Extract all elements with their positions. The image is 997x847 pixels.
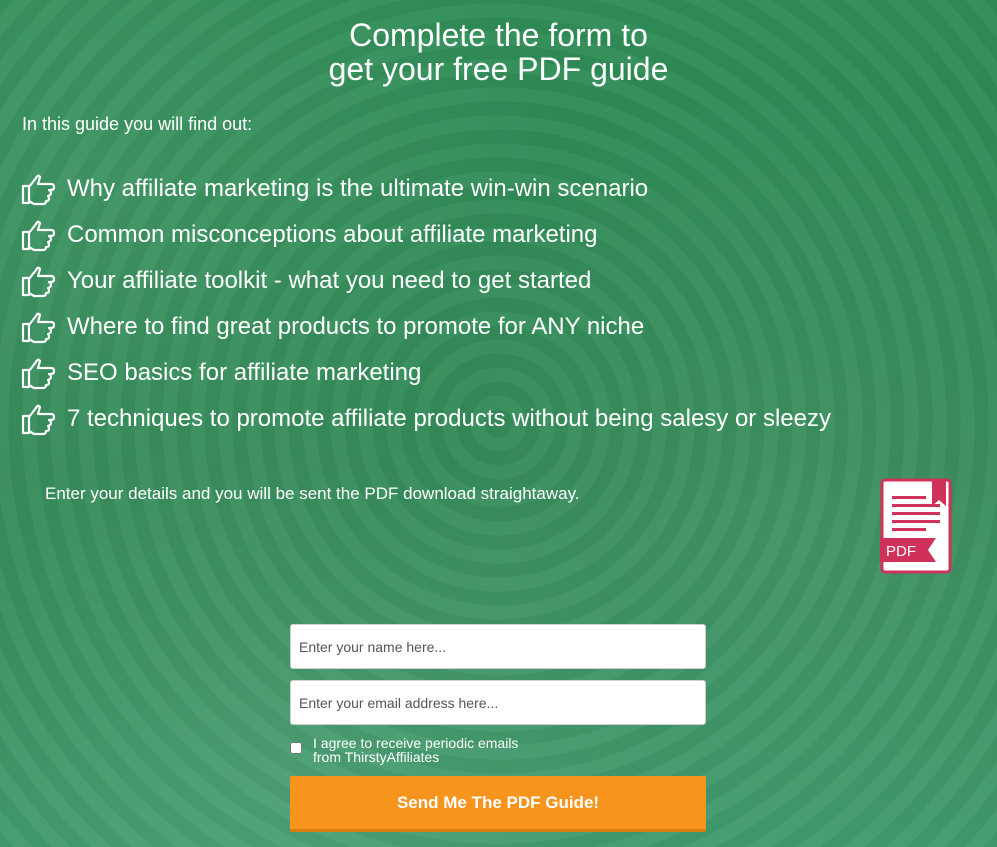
email-input[interactable] (290, 680, 706, 725)
consent-label[interactable]: I agree to receive periodic emails from … (313, 736, 573, 764)
list-item: Your affiliate toolkit - what you need t… (20, 258, 831, 304)
pointing-hand-icon (21, 404, 56, 436)
benefit-text: Why affiliate marketing is the ultimate … (67, 175, 649, 202)
pointing-hand-icon (21, 358, 56, 390)
benefit-text: SEO basics for affiliate marketing (67, 359, 422, 386)
benefit-text: 7 techniques to promote affiliate produc… (67, 405, 831, 432)
name-input[interactable] (290, 624, 706, 669)
benefits-list: Why affiliate marketing is the ultimate … (20, 166, 831, 442)
pdf-file-icon: PDF (880, 478, 952, 574)
page-title: Complete the form to get your free PDF g… (0, 18, 997, 86)
list-item: 7 techniques to promote affiliate produc… (20, 396, 831, 442)
list-item: Why affiliate marketing is the ultimate … (20, 166, 831, 212)
intro-text: In this guide you will find out: (22, 114, 253, 134)
benefit-text: Common misconceptions about affiliate ma… (67, 221, 598, 248)
signup-form: I agree to receive periodic emails from … (290, 624, 706, 832)
pointing-hand-icon (21, 174, 56, 206)
send-pdf-guide-button[interactable]: Send Me The PDF Guide! (290, 776, 706, 832)
consent-row: I agree to receive periodic emails from … (290, 736, 706, 776)
title-line-1: Complete the form to (349, 17, 648, 53)
consent-line-2: from ThirstyAffiliates (313, 749, 440, 765)
list-item: Where to find great products to promote … (20, 304, 831, 350)
consent-checkbox[interactable] (290, 742, 302, 754)
pdf-label: PDF (886, 543, 916, 560)
list-item: Common misconceptions about affiliate ma… (20, 212, 831, 258)
title-line-2: get your free PDF guide (328, 51, 669, 87)
list-item: SEO basics for affiliate marketing (20, 350, 831, 396)
pointing-hand-icon (21, 312, 56, 344)
benefit-text: Where to find great products to promote … (67, 313, 645, 340)
pointing-hand-icon (21, 220, 56, 252)
benefit-text: Your affiliate toolkit - what you need t… (67, 267, 592, 294)
details-text: Enter your details and you will be sent … (45, 484, 580, 503)
pointing-hand-icon (21, 266, 56, 298)
